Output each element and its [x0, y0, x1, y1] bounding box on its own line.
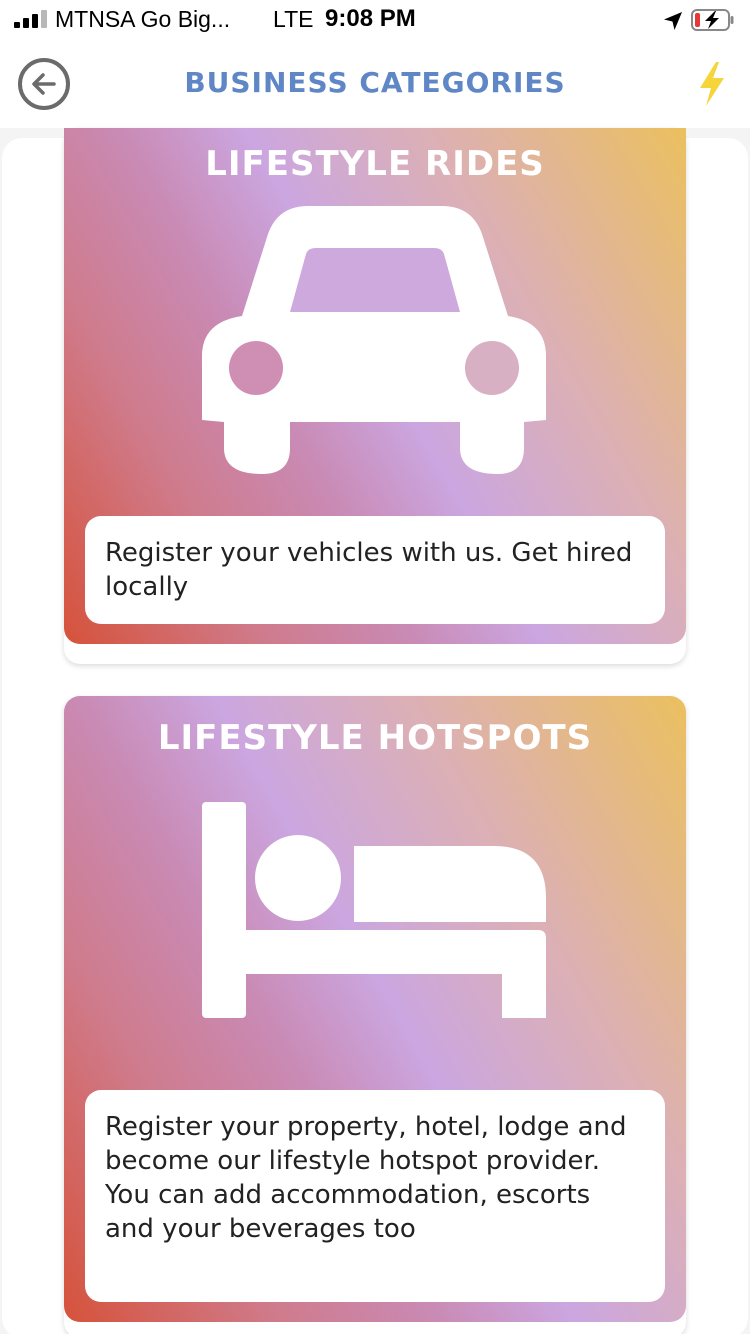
page-title: BUSINESS CATEGORIES	[184, 66, 566, 99]
signal-strength-icon	[14, 10, 48, 28]
category-card-rides[interactable]: LIFESTYLE RIDES Register your vehicles w…	[64, 128, 686, 644]
clock: 9:08 PM	[325, 5, 416, 32]
carrier-name: MTNSA Go Big...	[55, 6, 231, 32]
category-title: LIFESTYLE RIDES	[205, 144, 545, 184]
category-title: LIFESTYLE HOTSPOTS	[157, 718, 593, 758]
bed-icon	[202, 802, 546, 1018]
lightning-bolt-icon[interactable]	[696, 60, 728, 108]
category-description: Register your property, hotel, lodge and…	[85, 1090, 665, 1302]
category-card-hotspots[interactable]: LIFESTYLE HOTSPOTS Register your propert…	[64, 696, 686, 1322]
status-bar: MTNSA Go Big... LTE 9:08 PM	[0, 0, 750, 40]
category-description: Register your vehicles with us. Get hire…	[85, 516, 665, 624]
battery-charging-icon	[691, 9, 734, 31]
network-type: LTE	[273, 6, 314, 32]
location-arrow-icon	[664, 12, 682, 30]
app-header: BUSINESS CATEGORIES	[0, 40, 750, 128]
car-icon	[202, 206, 546, 474]
